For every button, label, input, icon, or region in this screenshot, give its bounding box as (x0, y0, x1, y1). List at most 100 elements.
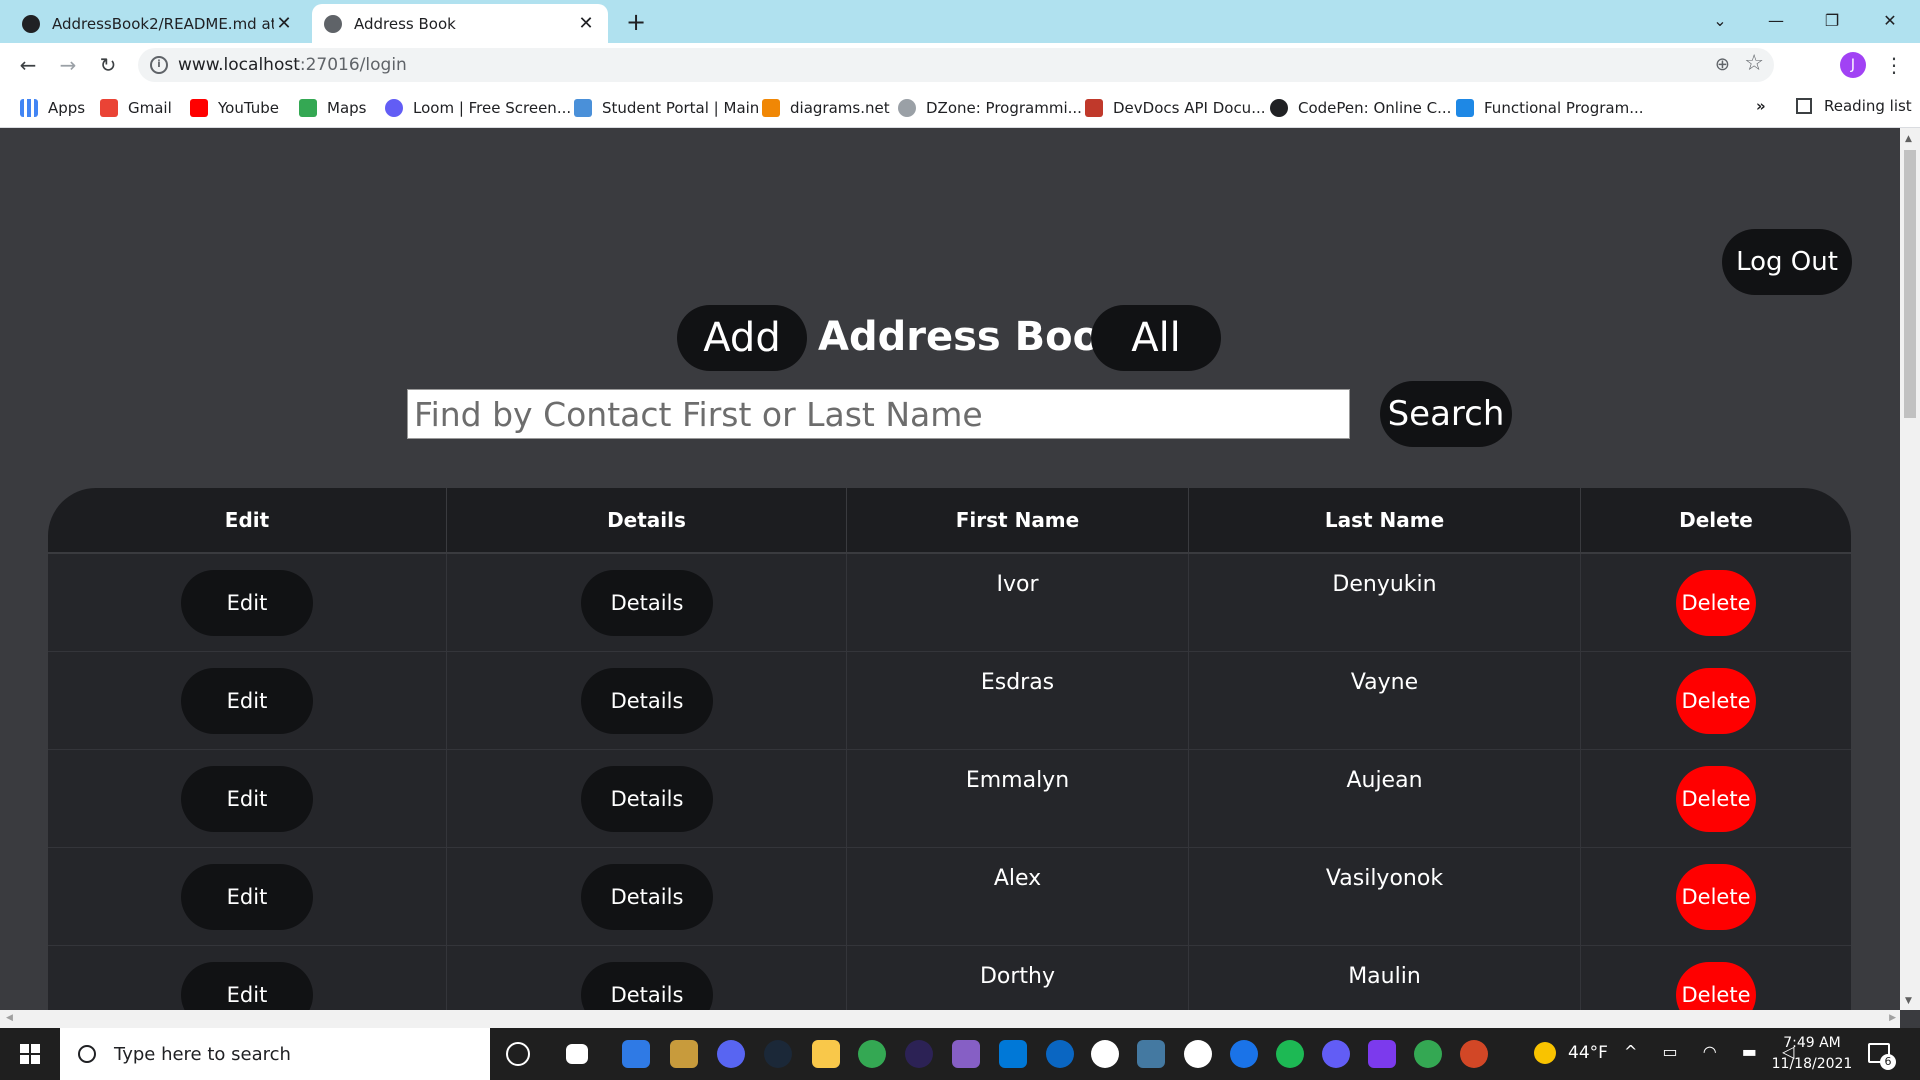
visual-studio-icon[interactable] (952, 1040, 980, 1068)
details-cell: Details (447, 946, 847, 1010)
scroll-up-icon[interactable]: ▲ (1905, 134, 1912, 144)
last-name-cell: Vasilyonok (1189, 848, 1581, 946)
maps-pin-icon[interactable] (1230, 1040, 1258, 1068)
first-name: Dorthy (979, 964, 1056, 989)
cortana-icon[interactable] (506, 1042, 530, 1066)
bookmark-apps[interactable]: Apps (20, 97, 85, 119)
last-name: Aujean (1346, 768, 1423, 793)
tab-address-book[interactable]: Address Book ✕ (312, 4, 608, 43)
spotify-icon[interactable] (1276, 1040, 1304, 1068)
task-view-icon[interactable] (566, 1044, 588, 1064)
table-header-row: Edit Details First Name Last Name Delete (48, 488, 1851, 554)
site-info-icon[interactable]: i (150, 56, 168, 74)
taskbar-search[interactable]: Type here to search (60, 1028, 490, 1080)
delete-button[interactable]: Delete (1676, 570, 1756, 636)
discord-icon[interactable] (717, 1040, 745, 1068)
minimize-icon[interactable]: — (1756, 6, 1796, 36)
app-icon-league[interactable] (670, 1040, 698, 1068)
restore-icon[interactable]: ❐ (1812, 6, 1852, 36)
windows-taskbar: Type here to search 44°F ^ ▭ ◠ ▬ ◁ 7:49 … (0, 1028, 1920, 1080)
powerpoint-icon[interactable] (1460, 1040, 1488, 1068)
details-button[interactable]: Details (581, 668, 713, 734)
profile-avatar[interactable]: J (1840, 52, 1866, 78)
address-bar[interactable]: i www.localhost:27016/login ⊕ ☆ (138, 48, 1774, 82)
edit-button[interactable]: Edit (181, 668, 313, 734)
delete-button[interactable]: Delete (1676, 766, 1756, 832)
bookmark-diagrams[interactable]: diagrams.net (762, 97, 890, 119)
url-text[interactable]: www.localhost:27016/login (178, 55, 407, 75)
bookmark-youtube[interactable]: YouTube (190, 97, 279, 119)
file-explorer-icon[interactable] (812, 1040, 840, 1068)
edit-button[interactable]: Edit (181, 570, 313, 636)
tab-search-chevron-icon[interactable]: ⌄ (1700, 6, 1740, 36)
devdocs-icon (1085, 99, 1103, 117)
delete-cell: Delete (1581, 848, 1851, 946)
table-row: Edit Details Emmalyn Aujean Delete (48, 750, 1851, 848)
weather-widget[interactable]: 44°F (1534, 1042, 1608, 1064)
search-button[interactable]: Search (1380, 381, 1512, 447)
window-close-icon[interactable]: ✕ (1870, 6, 1910, 36)
details-button[interactable]: Details (581, 766, 713, 832)
tab-readme[interactable]: AddressBook2/README.md at m ✕ (10, 4, 306, 43)
zoom-icon[interactable]: ⊕ (1715, 54, 1730, 75)
steam-icon[interactable] (764, 1040, 792, 1068)
bookmark-codepen[interactable]: CodePen: Online C... (1270, 97, 1451, 119)
mongodb-icon[interactable] (1091, 1040, 1119, 1068)
close-icon[interactable]: ✕ (576, 13, 596, 34)
edit-button[interactable]: Edit (181, 766, 313, 832)
app-icon-w[interactable] (1046, 1040, 1074, 1068)
logout-button[interactable]: Log Out (1722, 229, 1852, 295)
app-icon-paint[interactable] (622, 1040, 650, 1068)
mysql-workbench-icon[interactable] (1137, 1040, 1165, 1068)
more-bookmarks-chevron-icon[interactable]: » (1756, 97, 1766, 115)
chrome-icon[interactable] (858, 1040, 886, 1068)
start-button[interactable] (0, 1028, 60, 1080)
bookmark-gmail[interactable]: Gmail (100, 97, 172, 119)
new-tab-button[interactable]: + (622, 8, 650, 36)
bookmark-devdocs[interactable]: DevDocs API Docu... (1085, 97, 1266, 119)
delete-button[interactable]: Delete (1676, 864, 1756, 930)
reading-list-button[interactable]: Reading list (1796, 97, 1912, 115)
delete-button[interactable]: Delete (1676, 962, 1756, 1010)
scroll-right-icon[interactable]: ▶ (1889, 1013, 1896, 1023)
delete-button[interactable]: Delete (1676, 668, 1756, 734)
edit-button[interactable]: Edit (181, 864, 313, 930)
bookmark-functional-programming[interactable]: Functional Program... (1456, 97, 1644, 119)
details-button[interactable]: Details (581, 962, 713, 1010)
vscode-icon[interactable] (999, 1040, 1027, 1068)
table-row: Edit Details Dorthy Maulin Delete (48, 946, 1851, 1010)
scrollbar-thumb[interactable] (1904, 150, 1916, 418)
more-vert-icon[interactable]: ⋮ (1884, 51, 1904, 79)
bookmark-loom[interactable]: Loom | Free Screen... (385, 97, 571, 119)
eclipse-icon[interactable] (905, 1040, 933, 1068)
details-button[interactable]: Details (581, 570, 713, 636)
first-name: Esdras (980, 670, 1055, 695)
bookmark-dzone[interactable]: DZone: Programmi... (898, 97, 1082, 119)
chrome-active-icon[interactable] (1414, 1040, 1442, 1068)
add-contact-button[interactable]: Add (677, 305, 807, 371)
back-arrow-icon[interactable]: ← (14, 51, 42, 79)
vertical-scrollbar[interactable]: ▲ ▼ (1900, 128, 1920, 1010)
bookmark-student-portal[interactable]: Student Portal | Main (574, 97, 759, 119)
horizontal-scrollbar[interactable]: ◀ ▶ (0, 1010, 1900, 1028)
github-desktop-icon[interactable] (1184, 1040, 1212, 1068)
details-button[interactable]: Details (581, 864, 713, 930)
taskbar-clock[interactable]: 7:49 AM 11/18/2021 (1770, 1033, 1854, 1075)
reload-icon[interactable]: ↻ (94, 51, 122, 79)
search-input[interactable] (407, 389, 1350, 439)
first-name-cell: Dorthy (847, 946, 1189, 1010)
header-edit: Edit (48, 488, 447, 552)
bookmark-maps[interactable]: Maps (299, 97, 366, 119)
bookmark-star-icon[interactable]: ☆ (1744, 51, 1764, 76)
edit-button[interactable]: Edit (181, 962, 313, 1010)
table-row: Edit Details Alex Vasilyonok Delete (48, 848, 1851, 946)
loom-taskbar-icon[interactable] (1322, 1040, 1350, 1068)
scroll-down-icon[interactable]: ▼ (1905, 996, 1912, 1006)
scroll-left-icon[interactable]: ◀ (6, 1013, 13, 1023)
show-all-button[interactable]: All (1091, 305, 1221, 371)
obsidian-icon[interactable] (1368, 1040, 1396, 1068)
details-cell: Details (447, 652, 847, 750)
forward-arrow-icon[interactable]: → (54, 51, 82, 79)
first-name: Ivor (996, 572, 1039, 597)
close-icon[interactable]: ✕ (274, 13, 294, 34)
